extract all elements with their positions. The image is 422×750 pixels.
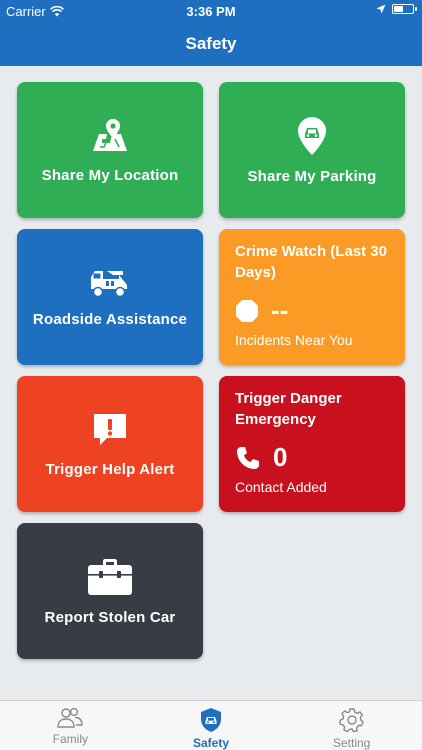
crime-count: -- [271,295,289,325]
danger-emergency-title: Trigger Danger Emergency [235,390,342,428]
trigger-help-alert-tile[interactable]: Trigger Help Alert [17,376,203,512]
page-title: Safety [185,34,237,53]
tow-truck-icon [91,270,127,297]
nav-bar: Safety [0,22,422,66]
roadside-assistance-label: Roadside Assistance [32,310,188,328]
danger-contact-row: 0 [235,442,389,473]
battery-icon [392,4,417,14]
tab-safety-label: Safety [192,736,230,750]
tab-family-label: Family [52,732,88,746]
crime-watch-subtitle: Incidents Near You [235,332,353,348]
danger-emergency-subtitle: Contact Added [235,479,327,495]
crime-watch-count-row: -- [235,295,389,326]
phone-icon [237,446,259,469]
family-icon [57,707,84,728]
location-arrow-icon [376,4,386,14]
status-right [376,4,417,14]
report-stolen-car-label: Report Stolen Car [44,608,176,626]
shield-car-icon [201,708,221,732]
tab-bar: Family Safety Setting [0,700,422,750]
status-bar: Carrier 3:36 PM [0,0,422,22]
car-pin-icon [298,116,326,155]
gear-icon [338,708,364,733]
roadside-assistance-tile[interactable]: Roadside Assistance [17,229,203,365]
trigger-danger-emergency-tile[interactable]: Trigger Danger Emergency 0 Contact Added [219,376,405,512]
tab-safety[interactable]: Safety [141,701,282,750]
trigger-help-alert-label: Trigger Help Alert [45,460,175,478]
share-parking-label: Share My Parking [247,167,377,185]
report-stolen-car-tile[interactable]: Report Stolen Car [17,523,203,659]
map-pin-icon [93,118,127,151]
alert-bubble-icon [94,413,126,445]
status-time: 3:36 PM [186,4,236,19]
tab-setting-label: Setting [333,736,371,750]
tab-setting[interactable]: Setting [281,701,422,750]
contact-count: 0 [273,442,288,472]
share-parking-tile[interactable]: Share My Parking [219,82,405,218]
briefcase-icon [88,558,132,595]
octagon-icon [236,299,258,322]
tab-family[interactable]: Family [0,701,141,750]
crime-watch-title: Crime Watch (Last 30 Days) [235,243,387,281]
battery-level [394,6,403,12]
crime-watch-tile[interactable]: Crime Watch (Last 30 Days) -- Incidents … [219,229,405,365]
share-location-label: Share My Location [41,166,179,184]
share-location-tile[interactable]: Share My Location [17,82,203,218]
